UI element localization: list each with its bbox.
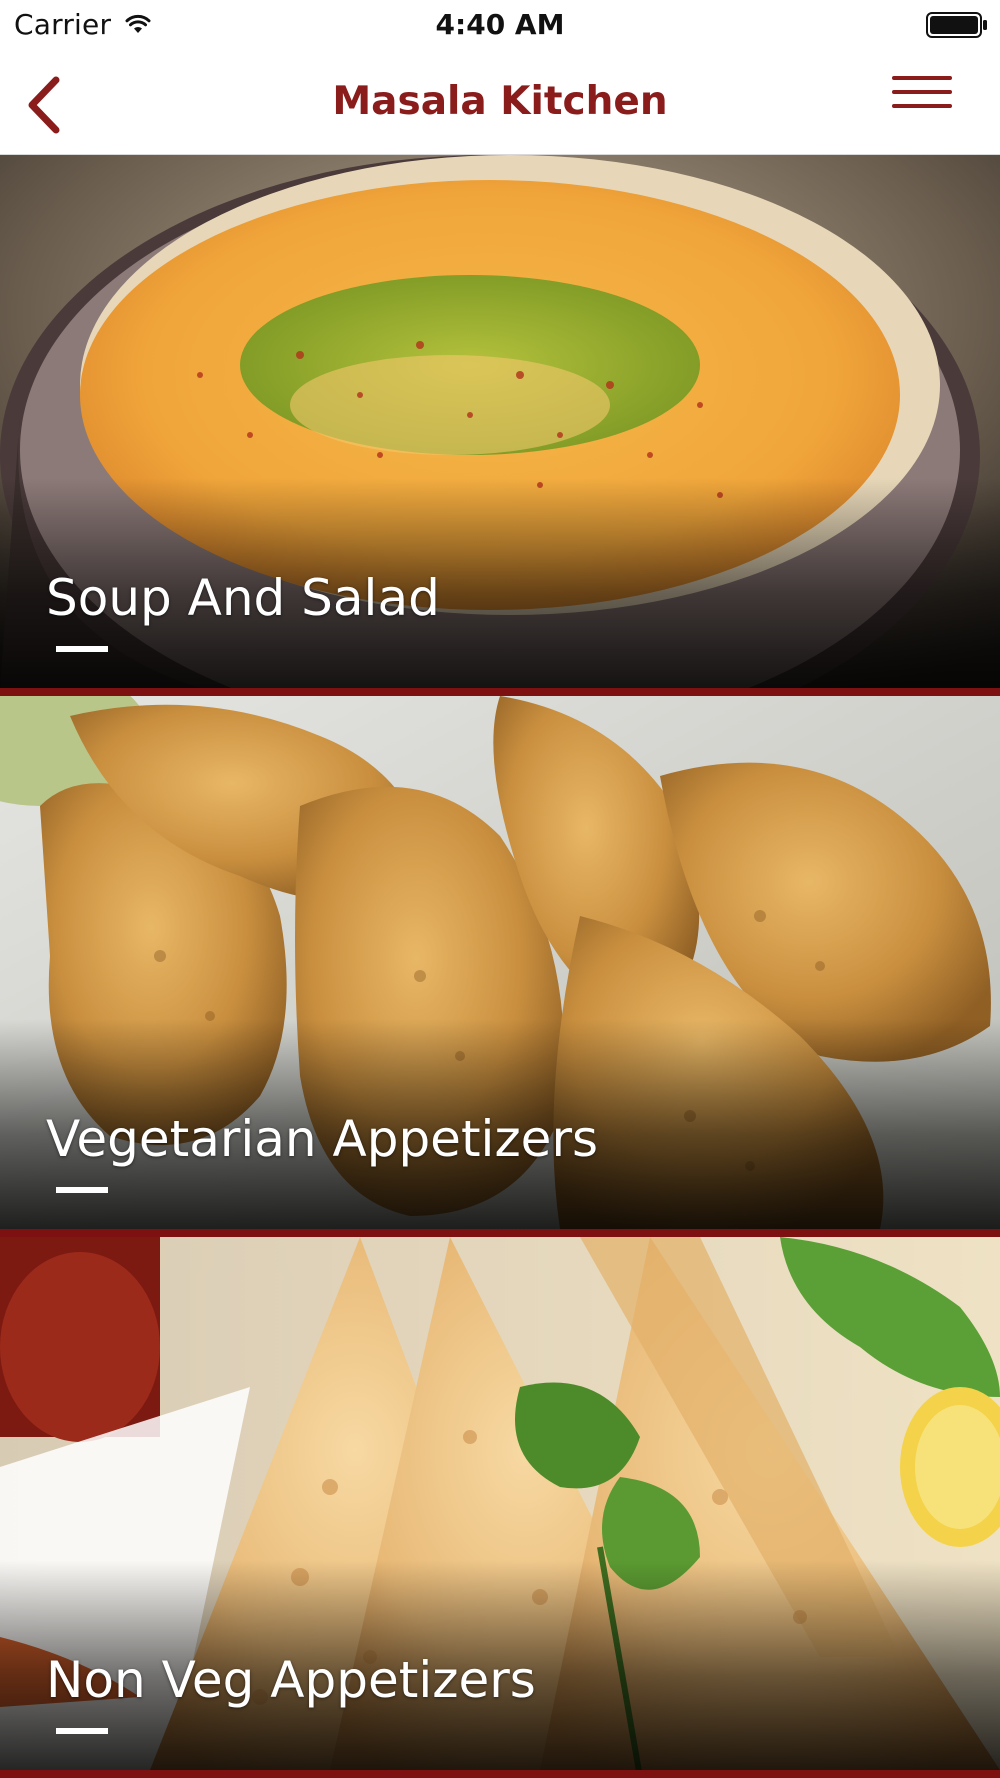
battery-icon [926, 12, 987, 38]
menu-button[interactable] [884, 62, 960, 124]
category-card-vegetarian-appetizers[interactable]: Vegetarian Appetizers [0, 696, 1000, 1237]
category-card-soup-and-salad[interactable]: Soup And Salad [0, 155, 1000, 696]
status-time: 4:40 AM [435, 8, 565, 41]
category-card-non-veg-appetizers[interactable]: Non Veg Appetizers [0, 1237, 1000, 1778]
hamburger-menu-icon [892, 76, 952, 108]
category-title: Vegetarian Appetizers [46, 1110, 599, 1168]
status-bar: Carrier 4:40 AM [0, 0, 1000, 50]
navigation-bar: Masala Kitchen [0, 50, 1000, 155]
title-underline [56, 1728, 108, 1734]
category-title: Non Veg Appetizers [46, 1651, 536, 1709]
title-underline [56, 646, 108, 652]
category-list: Soup And Salad Vegetarian Appetizers Non… [0, 155, 1000, 1778]
title-underline [56, 1187, 108, 1193]
page-title: Masala Kitchen [332, 79, 668, 124]
category-title: Soup And Salad [46, 569, 440, 627]
